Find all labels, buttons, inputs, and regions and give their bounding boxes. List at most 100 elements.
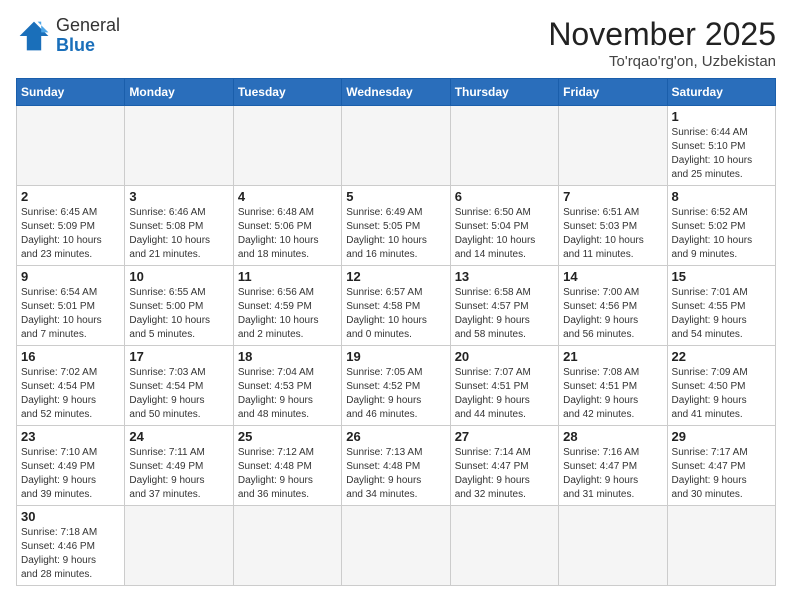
calendar-day-cell: 17 Sunrise: 7:03 AM Sunset: 4:54 PM Dayli… (125, 346, 233, 426)
calendar-week-row: 30Sunrise: 7:18 AM Sunset: 4:46 PM Dayli… (17, 506, 776, 586)
day-number: 20 (455, 349, 554, 364)
calendar-day-cell (233, 506, 341, 586)
calendar-day-cell: 3Sunrise: 6:46 AM Sunset: 5:08 PM Daylig… (125, 186, 233, 266)
calendar-day-cell (342, 506, 450, 586)
logo: General Blue (16, 16, 120, 56)
day-info: Sunrise: 6:49 AM Sunset: 5:05 PM Dayligh… (346, 206, 445, 262)
calendar-day-cell: 1Sunrise: 6:44 AM Sunset: 5:10 PM Daylig… (667, 106, 775, 186)
calendar-day-cell: 2 Sunrise: 6:45 AM Sunset: 5:09 PM Daylig… (17, 186, 125, 266)
calendar-week-row: 1Sunrise: 6:44 AM Sunset: 5:10 PM Daylig… (17, 106, 776, 186)
day-number: 6 (455, 189, 554, 204)
day-number: 12 (346, 269, 445, 284)
calendar-day-cell: 16Sunrise: 7:02 AM Sunset: 4:54 PM Dayli… (17, 346, 125, 426)
day-number: 24 (129, 429, 228, 444)
day-number: 21 (563, 349, 662, 364)
logo-line1: General (56, 16, 120, 36)
calendar-day-cell: 11 Sunrise: 6:56 AM Sunset: 4:59 PM Dayli… (233, 266, 341, 346)
day-info: Sunrise: 6:48 AM Sunset: 5:06 PM Dayligh… (238, 206, 337, 262)
day-info: Sunrise: 6:57 AM Sunset: 4:58 PM Dayligh… (346, 286, 445, 342)
day-info: Sunrise: 7:03 AM Sunset: 4:54 PM Dayligh… (129, 366, 228, 422)
day-number: 26 (346, 429, 445, 444)
day-info: Sunrise: 7:11 AM Sunset: 4:49 PM Dayligh… (129, 446, 228, 502)
calendar-day-cell: 9Sunrise: 6:54 AM Sunset: 5:01 PM Daylig… (17, 266, 125, 346)
day-number: 18 (238, 349, 337, 364)
calendar-day-cell: 22 Sunrise: 7:09 AM Sunset: 4:50 PM Dayli… (667, 346, 775, 426)
day-info: Sunrise: 7:04 AM Sunset: 4:53 PM Dayligh… (238, 366, 337, 422)
calendar-day-cell: 14Sunrise: 7:00 AM Sunset: 4:56 PM Dayli… (559, 266, 667, 346)
day-info: Sunrise: 7:02 AM Sunset: 4:54 PM Dayligh… (21, 366, 120, 422)
calendar-day-cell: 8Sunrise: 6:52 AM Sunset: 5:02 PM Daylig… (667, 186, 775, 266)
day-info: Sunrise: 6:51 AM Sunset: 5:03 PM Dayligh… (563, 206, 662, 262)
day-number: 13 (455, 269, 554, 284)
day-number: 27 (455, 429, 554, 444)
calendar-day-cell: 10Sunrise: 6:55 AM Sunset: 5:00 PM Dayli… (125, 266, 233, 346)
day-info: Sunrise: 6:45 AM Sunset: 5:09 PM Dayligh… (21, 206, 120, 262)
calendar-week-row: 9Sunrise: 6:54 AM Sunset: 5:01 PM Daylig… (17, 266, 776, 346)
calendar-day-cell: 15 Sunrise: 7:01 AM Sunset: 4:55 PM Dayli… (667, 266, 775, 346)
calendar-week-row: 16Sunrise: 7:02 AM Sunset: 4:54 PM Dayli… (17, 346, 776, 426)
day-number: 22 (672, 349, 771, 364)
day-info: Sunrise: 7:18 AM Sunset: 4:46 PM Dayligh… (21, 526, 120, 582)
calendar-day-cell: 21 Sunrise: 7:08 AM Sunset: 4:51 PM Dayli… (559, 346, 667, 426)
calendar-day-cell: 13 Sunrise: 6:58 AM Sunset: 4:57 PM Dayli… (450, 266, 558, 346)
day-number: 17 (129, 349, 228, 364)
calendar-day-cell: 19 Sunrise: 7:05 AM Sunset: 4:52 PM Dayli… (342, 346, 450, 426)
day-number: 7 (563, 189, 662, 204)
day-number: 2 (21, 189, 120, 204)
day-info: Sunrise: 7:14 AM Sunset: 4:47 PM Dayligh… (455, 446, 554, 502)
calendar-day-cell: 5Sunrise: 6:49 AM Sunset: 5:05 PM Daylig… (342, 186, 450, 266)
logo-icon (16, 18, 52, 54)
calendar-day-cell: 30Sunrise: 7:18 AM Sunset: 4:46 PM Dayli… (17, 506, 125, 586)
calendar-day-cell (450, 106, 558, 186)
calendar-day-cell: 7 Sunrise: 6:51 AM Sunset: 5:03 PM Daylig… (559, 186, 667, 266)
day-info: Sunrise: 7:08 AM Sunset: 4:51 PM Dayligh… (563, 366, 662, 422)
day-number: 9 (21, 269, 120, 284)
day-info: Sunrise: 7:00 AM Sunset: 4:56 PM Dayligh… (563, 286, 662, 342)
calendar-day-cell (342, 106, 450, 186)
day-number: 19 (346, 349, 445, 364)
day-info: Sunrise: 7:09 AM Sunset: 4:50 PM Dayligh… (672, 366, 771, 422)
calendar-day-cell: 28Sunrise: 7:16 AM Sunset: 4:47 PM Dayli… (559, 426, 667, 506)
calendar-day-cell: 12 Sunrise: 6:57 AM Sunset: 4:58 PM Dayli… (342, 266, 450, 346)
day-info: Sunrise: 7:01 AM Sunset: 4:55 PM Dayligh… (672, 286, 771, 342)
calendar-day-cell: 20 Sunrise: 7:07 AM Sunset: 4:51 PM Dayli… (450, 346, 558, 426)
day-number: 28 (563, 429, 662, 444)
page-header: General Blue November 2025 To'rqao'rg'on… (16, 16, 776, 70)
weekday-header-sunday: Sunday (17, 79, 125, 106)
day-info: Sunrise: 6:58 AM Sunset: 4:57 PM Dayligh… (455, 286, 554, 342)
day-number: 25 (238, 429, 337, 444)
day-info: Sunrise: 7:12 AM Sunset: 4:48 PM Dayligh… (238, 446, 337, 502)
day-number: 4 (238, 189, 337, 204)
calendar-day-cell (450, 506, 558, 586)
calendar-day-cell: 23Sunrise: 7:10 AM Sunset: 4:49 PM Dayli… (17, 426, 125, 506)
calendar-day-cell (17, 106, 125, 186)
location: To'rqao'rg'on, Uzbekistan (548, 53, 776, 70)
day-info: Sunrise: 6:56 AM Sunset: 4:59 PM Dayligh… (238, 286, 337, 342)
day-number: 23 (21, 429, 120, 444)
weekday-header-friday: Friday (559, 79, 667, 106)
weekday-header-thursday: Thursday (450, 79, 558, 106)
day-info: Sunrise: 6:52 AM Sunset: 5:02 PM Dayligh… (672, 206, 771, 262)
day-info: Sunrise: 6:50 AM Sunset: 5:04 PM Dayligh… (455, 206, 554, 262)
logo-line2: Blue (56, 36, 120, 56)
calendar-day-cell: 26Sunrise: 7:13 AM Sunset: 4:48 PM Dayli… (342, 426, 450, 506)
day-number: 10 (129, 269, 228, 284)
calendar-day-cell: 29Sunrise: 7:17 AM Sunset: 4:47 PM Dayli… (667, 426, 775, 506)
day-info: Sunrise: 7:05 AM Sunset: 4:52 PM Dayligh… (346, 366, 445, 422)
calendar-week-row: 2 Sunrise: 6:45 AM Sunset: 5:09 PM Daylig… (17, 186, 776, 266)
calendar-day-cell: 6 Sunrise: 6:50 AM Sunset: 5:04 PM Daylig… (450, 186, 558, 266)
day-number: 11 (238, 269, 337, 284)
calendar-day-cell (125, 106, 233, 186)
calendar-day-cell: 25 Sunrise: 7:12 AM Sunset: 4:48 PM Dayli… (233, 426, 341, 506)
calendar-day-cell: 24 Sunrise: 7:11 AM Sunset: 4:49 PM Dayli… (125, 426, 233, 506)
day-info: Sunrise: 7:07 AM Sunset: 4:51 PM Dayligh… (455, 366, 554, 422)
calendar-table: SundayMondayTuesdayWednesdayThursdayFrid… (16, 78, 776, 586)
day-number: 29 (672, 429, 771, 444)
title-block: November 2025 To'rqao'rg'on, Uzbekistan (548, 16, 776, 70)
month-title: November 2025 (548, 16, 776, 53)
weekday-header-row: SundayMondayTuesdayWednesdayThursdayFrid… (17, 79, 776, 106)
weekday-header-wednesday: Wednesday (342, 79, 450, 106)
calendar-day-cell: 27 Sunrise: 7:14 AM Sunset: 4:47 PM Dayli… (450, 426, 558, 506)
weekday-header-tuesday: Tuesday (233, 79, 341, 106)
day-number: 15 (672, 269, 771, 284)
